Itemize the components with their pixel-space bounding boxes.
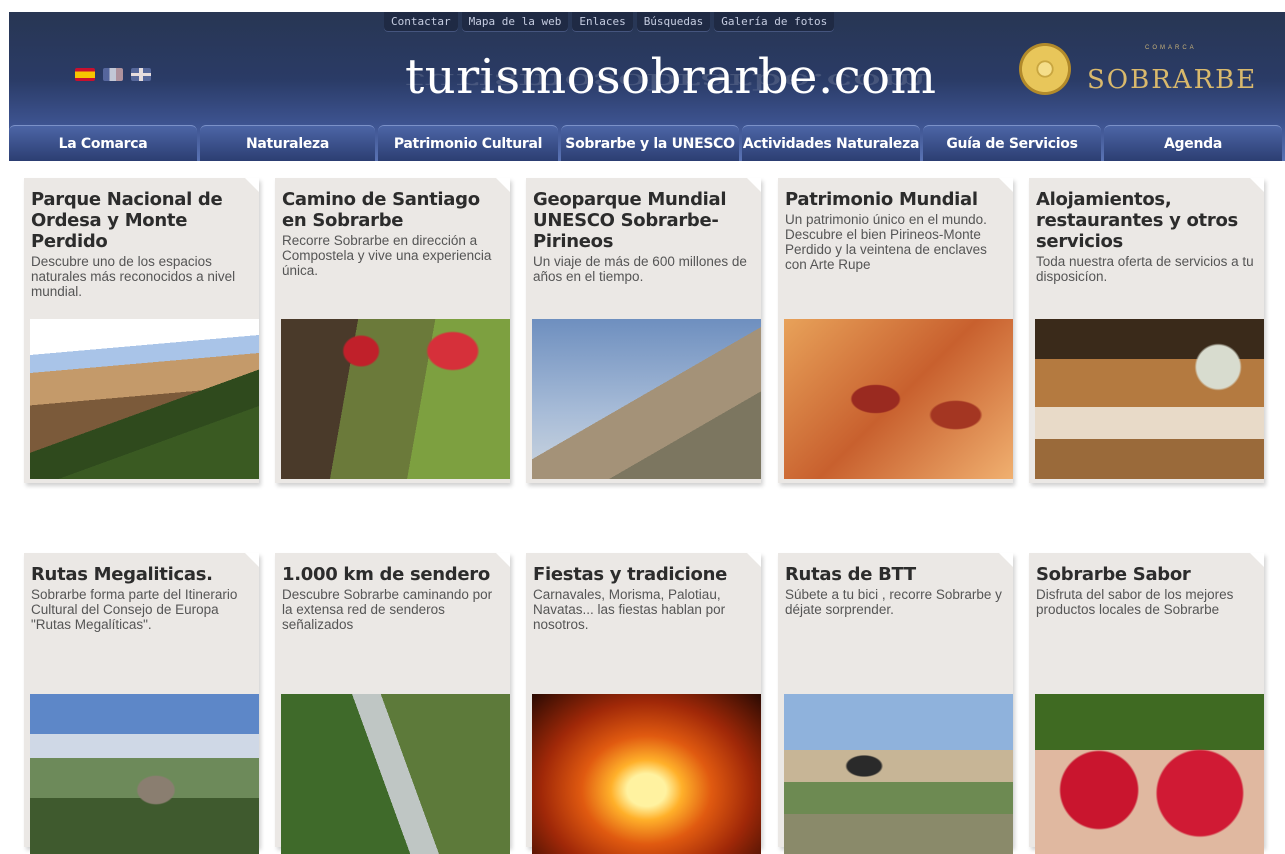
card-desc: Recorre Sobrarbe en dirección a Composte… (282, 233, 492, 278)
card-desc: Descubre Sobrarbe caminando por la exten… (282, 587, 493, 632)
card-ordesa[interactable]: Parque Nacional de Ordesa y Monte Perdid… (24, 178, 259, 483)
waterfall-trail-photo (281, 694, 510, 854)
nav-guia-servicios[interactable]: Guía de Servicios (923, 125, 1101, 161)
sobrarbe-logo[interactable]: COMARCA SOBRARBE (1019, 41, 1274, 111)
cave-painting-photo (784, 319, 1013, 479)
nav-actividades-naturaleza[interactable]: Actividades Naturaleza (742, 125, 920, 161)
card-desc: Un patrimonio único en el mundo. Descubr… (785, 212, 987, 272)
nav-sobrarbe-unesco[interactable]: Sobrarbe y la UNESCO (561, 125, 739, 161)
card-desc: Descubre uno de los espacios naturales m… (31, 254, 236, 299)
language-selector (75, 68, 151, 81)
french-flag-icon[interactable] (103, 68, 123, 81)
card-title: Fiestas y tradicione (533, 564, 728, 585)
site-title-reflection: turismosobrarbe.com (405, 68, 927, 94)
card-title: Parque Nacional de Ordesa y Monte Perdid… (31, 189, 223, 252)
logo-small-text: COMARCA (1145, 45, 1197, 51)
card-title: Patrimonio Mundial (785, 189, 978, 210)
card-rutas-btt[interactable]: Rutas de BTT Súbete a tu bici , recorre S… (778, 553, 1013, 854)
flower-emblem-icon (1019, 43, 1071, 95)
nav-patrimonio-cultural[interactable]: Patrimonio Cultural (378, 125, 558, 161)
nav-agenda[interactable]: Agenda (1104, 125, 1282, 161)
card-patrimonio-mundial[interactable]: Patrimonio Mundial Un patrimonio único en… (778, 178, 1013, 483)
top-links: Contactar Mapa de la web Enlaces Búsqued… (384, 12, 835, 32)
card-desc: Un viaje de más de 600 millones de años … (533, 254, 747, 284)
rock-peak-photo (532, 319, 761, 479)
card-rutas-megaliticas[interactable]: Rutas Megaliticas. Sobrarbe forma parte d… (24, 553, 259, 854)
mountain-biker-photo (784, 694, 1013, 854)
card-desc: Toda nuestra oferta de servicios a tu di… (1036, 254, 1254, 284)
card-title: Geoparque Mundial UNESCO Sobrarbe-Pirine… (533, 189, 727, 252)
card-desc: Sobrarbe forma parte del Itinerario Cult… (31, 587, 238, 632)
card-title: Rutas Megaliticas. (31, 564, 213, 585)
logo-text: SOBRARBE (1087, 65, 1258, 95)
dolmen-photo (30, 694, 259, 854)
top-link-contactar[interactable]: Contactar (384, 12, 458, 32)
card-geoparque[interactable]: Geoparque Mundial UNESCO Sobrarbe-Pirine… (526, 178, 761, 483)
card-desc: Carnavales, Morisma, Palotiau, Navatas..… (533, 587, 726, 632)
bonfire-photo (532, 694, 761, 854)
card-title: Rutas de BTT (785, 564, 916, 585)
main-nav: La Comarca Naturaleza Patrimonio Cultura… (9, 125, 1285, 161)
top-link-enlaces[interactable]: Enlaces (572, 12, 633, 32)
raspberries-photo (1035, 694, 1264, 854)
card-camino-santiago[interactable]: Camino de Santiago en Sobrarbe Recorre So… (275, 178, 510, 483)
card-fiestas[interactable]: Fiestas y tradicione Carnavales, Morisma,… (526, 553, 761, 854)
card-desc: Disfruta del sabor de los mejores produc… (1036, 587, 1234, 617)
restaurant-table-photo (1035, 319, 1264, 479)
top-link-galeria[interactable]: Galería de fotos (714, 12, 835, 32)
english-flag-icon[interactable] (131, 68, 151, 81)
nav-la-comarca[interactable]: La Comarca (9, 125, 197, 161)
card-sobrarbe-sabor[interactable]: Sobrarbe Sabor Disfruta del sabor de los … (1029, 553, 1264, 854)
card-title: Sobrarbe Sabor (1036, 564, 1191, 585)
top-link-mapa-web[interactable]: Mapa de la web (461, 12, 569, 32)
card-senderos[interactable]: 1.000 km de sendero Descubre Sobrarbe cam… (275, 553, 510, 854)
spanish-flag-icon[interactable] (75, 68, 95, 81)
site-header: Contactar Mapa de la web Enlaces Búsqued… (9, 12, 1285, 161)
mountain-valley-photo (30, 319, 259, 479)
nav-naturaleza[interactable]: Naturaleza (200, 125, 375, 161)
hikers-photo (281, 319, 510, 479)
card-title: Alojamientos, restaurantes y otros servi… (1036, 189, 1238, 252)
card-desc: Súbete a tu bici , recorre Sobrarbe y dé… (785, 587, 1002, 617)
card-alojamientos[interactable]: Alojamientos, restaurantes y otros servi… (1029, 178, 1264, 483)
card-title: 1.000 km de sendero (282, 564, 490, 585)
top-link-busquedas[interactable]: Búsquedas (636, 12, 711, 32)
card-title: Camino de Santiago en Sobrarbe (282, 189, 480, 231)
